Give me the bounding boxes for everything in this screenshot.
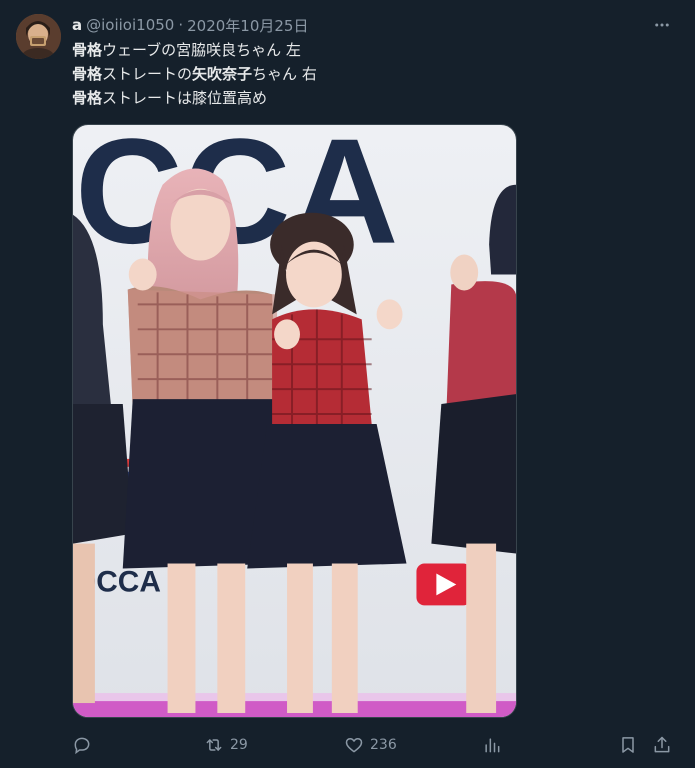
share-icon [654,736,670,753]
views-button[interactable] [482,733,502,757]
header-separator: · [178,16,184,34]
author-handle[interactable]: @ioiioi1050 [86,16,174,34]
bookmark-button[interactable] [618,733,638,757]
tweet-text: 骨格ウェーブの宮脇咲良ちゃん 左 骨格ストレートの矢吹奈子ちゃん 右 骨格ストレ… [72,38,672,110]
tweet-line-1: 骨格ウェーブの宮脇咲良ちゃん 左 [72,38,672,62]
tweet-photo[interactable]: CCA OCCA [72,124,517,718]
tweet-card: a @ioiioi1050 · 2020年10月25日 骨格ウェーブの宮脇咲良ち… [0,0,695,768]
like-button[interactable]: 236 [344,733,397,757]
tweet-line-3-bold: 骨格 [72,89,103,107]
views-chart-icon [485,738,500,753]
more-dots-icon [655,23,669,27]
tweet-header: a @ioiioi1050 · 2020年10月25日 [72,14,308,36]
bookmark-icon [622,737,634,753]
tweet-line-1-rest: ウェーブの宮脇咲良ちゃん 左 [102,41,301,59]
like-count: 236 [370,737,397,753]
more-button[interactable] [650,14,674,36]
author-display-name[interactable]: a [72,16,82,34]
reply-icon [74,737,90,755]
tweet-line-2-rest-2: ちゃん 右 [252,65,317,83]
retweet-icon [206,739,222,751]
tweet-line-2: 骨格ストレートの矢吹奈子ちゃん 右 [72,62,672,86]
heart-icon [345,738,363,753]
avatar[interactable] [16,14,61,59]
share-button[interactable] [652,733,672,757]
reply-button[interactable] [72,733,98,757]
tweet-line-2-bold: 骨格 [72,65,103,83]
tweet-line-2-bold-name: 矢吹奈子 [192,65,253,83]
tweet-line-2-rest: ストレートの [102,65,193,83]
tweet-line-3: 骨格ストレートは膝位置高め [72,86,672,110]
action-bar: 29 236 [72,733,682,757]
retweet-button[interactable]: 29 [204,733,248,757]
tweet-date[interactable]: 2020年10月25日 [187,15,308,36]
tweet-line-3-rest: ストレートは膝位置高め [102,89,268,107]
retweet-count: 29 [230,737,248,753]
tweet-line-1-bold: 骨格 [72,41,103,59]
